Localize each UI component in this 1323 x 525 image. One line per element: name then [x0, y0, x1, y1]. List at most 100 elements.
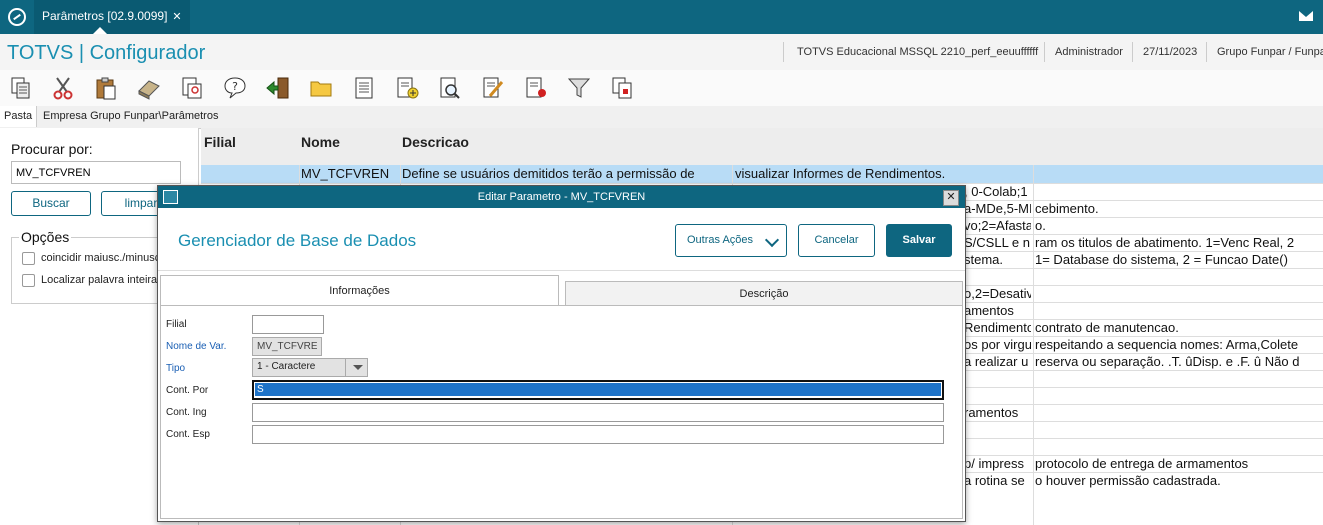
tab-active-caret — [93, 27, 107, 34]
filial-label: Filial — [166, 319, 187, 330]
tabs-row: Pasta Empresa Grupo Funpar\Parâmetros — [0, 106, 1323, 129]
table-cell-descricao-cont: o houver permissão cadastrada. — [1035, 473, 1221, 488]
table-cell-descricao: ramentos — [964, 405, 1019, 420]
app-header: TOTVS | Configurador TOTVS Educacional M… — [0, 34, 1323, 71]
edit-parameter-dialog: Editar Parametro - MV_TCFVREN ✕ Gerencia… — [157, 185, 966, 522]
table-cell-descricao-cont: respeitando a sequencia nomes: Arma,Cole… — [1035, 337, 1299, 352]
cont-ing-field[interactable] — [252, 403, 944, 422]
whole-word-checkbox[interactable] — [22, 274, 35, 287]
mail-icon[interactable] — [1299, 11, 1313, 21]
search-label: Procurar por: — [11, 141, 93, 157]
tab-parametros-label: Parâmetros [02.9.0099] — [42, 9, 168, 23]
grid-header: Filial Nome Descricao — [201, 128, 1323, 165]
table-cell-descricao-cont: ram os titulos de abatimento. 1=Venc Rea… — [1035, 235, 1295, 250]
delete-document-icon[interactable] — [523, 75, 549, 101]
table-cell-descricao: , 0-Colab;1 — [964, 184, 1028, 199]
paste-icon[interactable] — [93, 75, 119, 101]
header-separator — [1206, 42, 1207, 62]
table-cell-descricao: amentos — [964, 303, 1014, 318]
dialog-titlebar[interactable]: Editar Parametro - MV_TCFVREN ✕ — [158, 186, 965, 208]
options-label: Opções — [19, 229, 72, 245]
selected-row-descricao: Define se usuários demitidos terão a per… — [402, 166, 695, 181]
edit-document-icon[interactable] — [480, 75, 506, 101]
table-cell-descricao: a realizar u — [964, 354, 1029, 369]
filter-icon[interactable] — [566, 75, 592, 101]
nome-var-field[interactable] — [252, 337, 322, 356]
cont-esp-field[interactable] — [252, 425, 944, 444]
search-document-icon[interactable] — [437, 75, 463, 101]
dropdown-arrow-icon[interactable] — [345, 358, 369, 377]
date-info: 27/11/2023 — [1143, 46, 1198, 58]
tab-close-icon[interactable]: ✕ — [172, 11, 181, 23]
close-icon[interactable]: ✕ — [943, 190, 959, 206]
save-button[interactable]: Salvar — [886, 224, 952, 257]
toolbar: ? — [0, 70, 1323, 106]
dialog-title: Editar Parametro - MV_TCFVREN — [477, 191, 646, 203]
outras-acoes-button[interactable]: Outras Ações — [675, 224, 787, 257]
eraser-icon[interactable] — [136, 75, 162, 101]
filial-field[interactable] — [252, 315, 324, 334]
table-cell-descricao-cont: protocolo de entrega de armamentos — [1035, 456, 1249, 471]
cont-por-label: Cont. Por — [166, 385, 209, 396]
table-cell-descricao-cont: reserva ou separação. .T. ûDisp. e .F. û… — [1035, 354, 1300, 369]
table-cell-descricao-cont: contrato de manutencao. — [1035, 320, 1179, 335]
list-icon[interactable] — [351, 75, 377, 101]
cancel-button[interactable]: Cancelar — [798, 224, 875, 257]
tab-pasta[interactable]: Pasta — [0, 106, 38, 127]
cont-esp-label: Cont. Esp — [166, 429, 210, 440]
cut-icon[interactable] — [50, 75, 76, 101]
table-cell-descricao: Rendimento — [964, 320, 1031, 335]
parameter-form: Filial Nome de Var. Tipo 1 - Caractere C… — [160, 305, 963, 519]
table-cell-descricao: o,2=Desativ — [964, 286, 1031, 301]
table-cell-descricao: a rotina se — [964, 473, 1025, 488]
dialog-subtitle: Gerenciador de Base de Dados — [178, 231, 417, 250]
tipo-select[interactable]: 1 - Caractere — [252, 358, 368, 377]
table-cell-descricao-cont: 1= Database do sistema, 2 = Funcao Date(… — [1035, 252, 1288, 267]
match-case-label: coincidir maiusc./minusc. — [41, 252, 164, 264]
cont-por-field[interactable]: S — [252, 380, 944, 400]
help-icon[interactable]: ? — [222, 75, 248, 101]
table-cell-descricao: vo;2=Afasta — [964, 218, 1031, 233]
nome-var-label: Nome de Var. — [166, 341, 227, 352]
table-cell-descricao: os por virgu — [964, 337, 1031, 352]
whole-word-label: Localizar palavra inteira — [41, 274, 158, 286]
top-bar: Parâmetros [02.9.0099] ✕ — [0, 0, 1323, 34]
table-cell-descricao: a-MDe,5-MI — [964, 201, 1031, 216]
cont-por-selected-text: S — [255, 383, 941, 396]
tab-descricao[interactable]: Descrição — [565, 281, 963, 307]
outras-acoes-label: Outras Ações — [687, 234, 754, 246]
table-cell-descricao: stema. — [964, 252, 1004, 267]
cont-ing-label: Cont. Ing — [166, 407, 207, 418]
tab-informacoes[interactable]: Informações — [160, 275, 559, 306]
col-header-descricao[interactable]: Descricao — [402, 134, 469, 150]
table-cell-descricao-cont: o. — [1035, 218, 1046, 233]
add-document-icon[interactable] — [394, 75, 420, 101]
buscar-button[interactable]: Buscar — [11, 191, 91, 216]
header-separator — [783, 42, 784, 62]
table-cell-descricao-cont: cebimento. — [1035, 201, 1099, 216]
col-header-filial[interactable]: Filial — [204, 134, 236, 150]
folder-icon[interactable] — [308, 75, 334, 101]
table-cell-descricao: S/CSLL e n — [964, 235, 1031, 250]
copy-document-icon[interactable] — [609, 75, 635, 101]
tipo-select-value: 1 - Caractere — [257, 361, 316, 372]
col-divider — [1033, 165, 1034, 525]
app-title: TOTVS | Configurador — [7, 42, 206, 64]
exit-door-icon[interactable] — [265, 75, 291, 101]
chevron-down-icon — [764, 232, 780, 248]
header-separator — [1132, 42, 1133, 62]
tab-path[interactable]: Empresa Grupo Funpar\Parâmetros — [38, 106, 223, 127]
company-info: Grupo Funpar / Funpar — [1217, 46, 1323, 58]
totvs-logo-icon[interactable] — [8, 8, 26, 26]
user-info: Administrador — [1055, 46, 1123, 58]
print-preview-icon[interactable] — [179, 75, 205, 101]
environment-info: TOTVS Educacional MSSQL 2210_perf_eeuuff… — [797, 46, 1039, 58]
search-input[interactable] — [11, 161, 181, 184]
selected-row-nome: MV_TCFVREN — [301, 166, 390, 181]
copy-icon[interactable] — [8, 75, 34, 101]
tab-parametros[interactable]: Parâmetros [02.9.0099] ✕ — [34, 0, 190, 34]
match-case-checkbox[interactable] — [22, 252, 35, 265]
svg-text:?: ? — [232, 80, 238, 93]
selected-row-descricao-cont: visualizar Informes de Rendimentos. — [735, 166, 946, 181]
col-header-nome[interactable]: Nome — [301, 134, 340, 150]
